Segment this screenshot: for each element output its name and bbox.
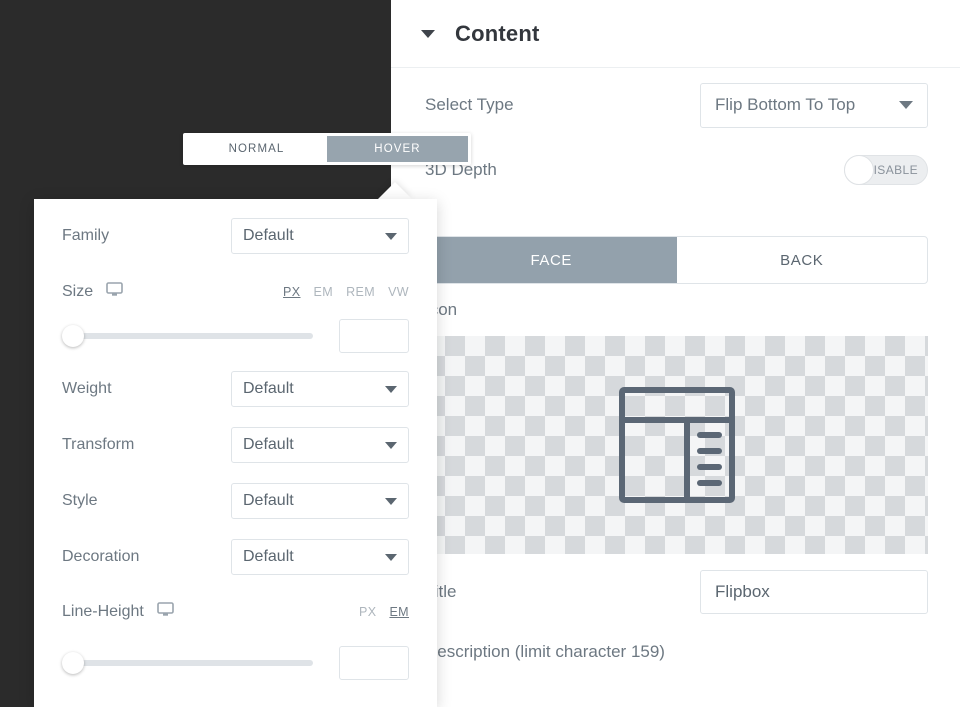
content-section-header[interactable]: Content bbox=[391, 0, 960, 68]
state-hover-tab[interactable]: HOVER bbox=[327, 136, 468, 162]
text-decoration-row: Decoration Default bbox=[34, 529, 437, 585]
icon-preview-area[interactable] bbox=[425, 336, 928, 554]
line-height-slider[interactable] bbox=[62, 652, 323, 674]
font-size-input[interactable] bbox=[339, 319, 409, 353]
desktop-monitor-icon[interactable] bbox=[157, 602, 174, 622]
settings-panel: Content Select Type Flip Bottom To Top 3… bbox=[391, 0, 960, 707]
font-family-row: Family Default bbox=[34, 199, 437, 273]
chevron-down-icon bbox=[385, 497, 397, 505]
select-type-row: Select Type Flip Bottom To Top bbox=[391, 68, 960, 142]
state-hover-label: HOVER bbox=[374, 143, 421, 155]
layout-sidebar-icon bbox=[618, 387, 735, 503]
tab-back[interactable]: BACK bbox=[677, 237, 928, 283]
line-height-units: PX EM bbox=[359, 605, 409, 619]
editor-canvas-left-strip bbox=[0, 200, 34, 707]
select-type-label: Select Type bbox=[425, 95, 514, 114]
slider-handle[interactable] bbox=[62, 325, 84, 347]
3d-depth-row: 3D Depth DISABLE bbox=[391, 142, 960, 198]
line-height-unit-px[interactable]: PX bbox=[359, 605, 376, 619]
font-weight-label: Weight bbox=[62, 380, 112, 397]
toggle-knob bbox=[844, 155, 874, 185]
text-transform-dropdown[interactable]: Default bbox=[231, 427, 409, 463]
editor-canvas-background bbox=[0, 0, 391, 200]
line-height-unit-em[interactable]: EM bbox=[389, 605, 409, 619]
page-title: Content bbox=[455, 20, 540, 46]
slider-track bbox=[71, 660, 313, 666]
line-height-input[interactable] bbox=[339, 646, 409, 680]
unit-rem[interactable]: REM bbox=[346, 285, 375, 299]
caret-down-icon[interactable] bbox=[421, 29, 435, 38]
state-normal-tab[interactable]: NORMAL bbox=[186, 136, 327, 162]
slider-handle[interactable] bbox=[62, 652, 84, 674]
typography-popover: Family Default Size PX EM REM VW Weight … bbox=[34, 199, 437, 707]
text-decoration-label: Decoration bbox=[62, 548, 140, 565]
icon-field-row: Icon bbox=[391, 284, 960, 336]
chevron-down-icon bbox=[899, 101, 913, 109]
chevron-down-icon bbox=[385, 553, 397, 561]
font-family-dropdown[interactable]: Default bbox=[231, 218, 409, 254]
app-root: Content Select Type Flip Bottom To Top 3… bbox=[0, 0, 960, 707]
3d-depth-toggle[interactable]: DISABLE bbox=[844, 155, 928, 185]
unit-px[interactable]: PX bbox=[283, 285, 300, 299]
font-style-row: Style Default bbox=[34, 473, 437, 529]
select-type-value: Flip Bottom To Top bbox=[715, 95, 856, 114]
popover-caret-icon bbox=[378, 182, 412, 199]
font-size-label: Size bbox=[62, 282, 123, 302]
font-size-row: Size PX EM REM VW bbox=[34, 273, 437, 311]
title-input-value: Flipbox bbox=[715, 582, 770, 601]
font-size-slider-row bbox=[34, 311, 437, 361]
description-field-label: Description (limit character 159) bbox=[425, 642, 665, 661]
tab-face[interactable]: FACE bbox=[426, 237, 677, 283]
unit-em[interactable]: EM bbox=[314, 285, 334, 299]
font-size-units: PX EM REM VW bbox=[283, 285, 409, 299]
text-transform-value: Default bbox=[243, 436, 294, 453]
font-size-label-text: Size bbox=[62, 283, 94, 300]
text-transform-row: Transform Default bbox=[34, 417, 437, 473]
font-style-value: Default bbox=[243, 492, 294, 509]
unit-vw[interactable]: VW bbox=[388, 285, 409, 299]
font-style-label: Style bbox=[62, 492, 98, 509]
text-decoration-dropdown[interactable]: Default bbox=[231, 539, 409, 575]
tab-back-label: BACK bbox=[780, 251, 824, 269]
font-weight-value: Default bbox=[243, 380, 294, 397]
description-field-row: Description (limit character 159) bbox=[391, 630, 960, 674]
slider-track bbox=[71, 333, 313, 339]
state-switcher: NORMAL HOVER bbox=[183, 133, 471, 165]
select-type-dropdown[interactable]: Flip Bottom To Top bbox=[700, 82, 928, 128]
font-weight-dropdown[interactable]: Default bbox=[231, 371, 409, 407]
font-weight-row: Weight Default bbox=[34, 361, 437, 417]
font-family-label: Family bbox=[62, 227, 110, 244]
title-input[interactable]: Flipbox bbox=[700, 570, 928, 614]
text-decoration-value: Default bbox=[243, 548, 294, 565]
line-height-label-text: Line-Height bbox=[62, 603, 144, 620]
line-height-slider-row bbox=[34, 639, 437, 687]
chevron-down-icon bbox=[385, 232, 397, 240]
title-field-row: Title Flipbox bbox=[391, 554, 960, 630]
font-style-dropdown[interactable]: Default bbox=[231, 483, 409, 519]
face-back-tabs: FACE BACK bbox=[425, 236, 928, 284]
text-transform-label: Transform bbox=[62, 436, 135, 453]
tab-face-label: FACE bbox=[530, 251, 573, 269]
line-height-label: Line-Height bbox=[62, 602, 174, 622]
desktop-monitor-icon[interactable] bbox=[106, 282, 123, 302]
font-size-slider[interactable] bbox=[62, 325, 323, 347]
font-family-value: Default bbox=[243, 227, 294, 244]
line-height-row: Line-Height PX EM bbox=[34, 585, 437, 639]
chevron-down-icon bbox=[385, 441, 397, 449]
chevron-down-icon bbox=[385, 385, 397, 393]
state-normal-label: NORMAL bbox=[228, 143, 285, 155]
